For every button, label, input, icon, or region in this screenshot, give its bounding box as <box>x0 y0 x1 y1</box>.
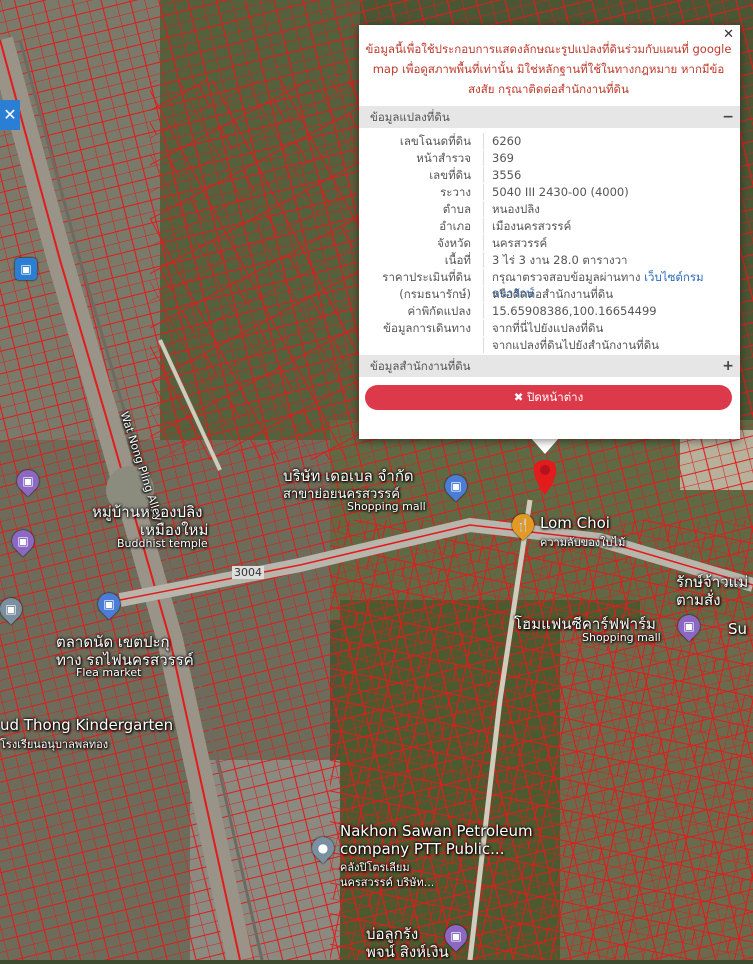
map-label: ud Thong Kindergarten <box>0 716 174 734</box>
map-label: ความลับของใบไม้ <box>540 536 626 549</box>
travel-row: ข้อมูลการเดินทาง จากที่นี่ไปยังแปลงที่ดิ… <box>359 320 740 336</box>
parcel-info-popup: ✕ ข้อมูลนี้เพื่อใช้ประกอบการแสดงลักษณะรู… <box>359 25 740 439</box>
collapse-icon[interactable]: − <box>722 106 734 128</box>
coordinate-link[interactable]: 15.65908386,100.16654499 <box>492 303 657 319</box>
divider <box>483 201 484 217</box>
row-label: อำเภอ <box>439 219 471 233</box>
divider <box>483 303 484 319</box>
row-value: 3 ไร่ 3 งาน 28.0 ตารางวา <box>492 253 628 267</box>
divider <box>483 133 484 149</box>
shopping-pin-icon[interactable]: ▣ <box>440 470 472 502</box>
popup-pointer <box>531 438 559 454</box>
shopping-pin-icon[interactable]: ▣ <box>673 610 705 642</box>
divider <box>483 184 484 200</box>
map-label: company PTT Public... <box>340 840 505 858</box>
section-title: ข้อมูลสำนักงานที่ดิน <box>370 359 471 373</box>
divider <box>483 218 484 234</box>
parcel-info-section-header[interactable]: ข้อมูลแปลงที่ดิน − <box>359 106 740 128</box>
map-label: Su <box>728 620 748 638</box>
divider <box>483 337 484 353</box>
divider <box>483 269 484 285</box>
row-value: นครสวรรค์ <box>492 236 548 250</box>
map-label: Shopping mall <box>582 631 661 644</box>
price-row: ราคาประเมินที่ดิน กรุณาตรวจสอบข้อมูลผ่าน… <box>359 269 740 300</box>
place-pin-icon[interactable]: ▣ <box>7 525 39 557</box>
divider <box>483 167 484 183</box>
row-label: จังหวัด <box>437 236 471 250</box>
map-label: Shopping mall <box>347 500 426 513</box>
row-value: 3556 <box>492 168 522 182</box>
map-label: Buddhist temple <box>117 537 208 550</box>
section-title: ข้อมูลแปลงที่ดิน <box>370 110 450 124</box>
place-pin-icon[interactable]: ▣ <box>12 465 44 497</box>
directions-to-parcel-link[interactable]: จากที่นี่ไปยังแปลงที่ดิน <box>492 320 603 336</box>
info-row: ตำบล หนองปลิง <box>359 201 740 217</box>
close-window-button[interactable]: ✖ ปิดหน้าต่าง <box>365 385 732 410</box>
land-office-section-header[interactable]: ข้อมูลสำนักงานที่ดิน + <box>359 355 740 377</box>
map-label: พจน์ สิงห์เงิน <box>366 943 449 961</box>
row-value: 5040 III 2430-00 (4000) <box>492 185 629 199</box>
divider <box>483 286 484 302</box>
map-label: Nakhon Sawan Petroleum <box>340 822 533 840</box>
disclaimer-text: ข้อมูลนี้เพื่อใช้ประกอบการแสดงลักษณะรูปแ… <box>365 42 732 96</box>
divider <box>483 320 484 336</box>
divider <box>483 235 484 251</box>
restaurant-pin-icon[interactable]: 🍴 <box>507 509 539 541</box>
industry-pin-icon[interactable]: ● <box>307 832 339 864</box>
map-label: นครสวรรค์ บริษัท... <box>340 876 435 889</box>
info-row: อำเภอ เมืองนครสวรรค์ <box>359 218 740 234</box>
info-row: ระวาง 5040 III 2430-00 (4000) <box>359 184 740 200</box>
info-row: เนื้อที่ 3 ไร่ 3 งาน 28.0 ตารางวา <box>359 252 740 268</box>
directions-to-office-link[interactable]: จากแปลงที่ดินไปยังสำนักงานที่ดิน <box>492 337 659 353</box>
row-label: เลขที่ดิน <box>429 168 471 182</box>
row-label: หน้าสำรวจ <box>416 151 471 165</box>
map-label: โรงเรียนอนุบาลพลทอง <box>0 738 109 751</box>
market-pin-icon[interactable]: ▣ <box>93 588 125 620</box>
row-label: ระวาง <box>440 185 471 199</box>
row-label: ราคาประเมินที่ดิน <box>382 270 471 284</box>
info-row: เลขที่ดิน 3556 <box>359 167 740 183</box>
row-label: ค่าพิกัดแปลง <box>407 304 471 318</box>
travel-row-2: จากแปลงที่ดินไปยังสำนักงานที่ดิน <box>359 337 740 353</box>
divider <box>483 150 484 166</box>
road-label: 3004 <box>232 566 264 579</box>
divider <box>483 252 484 268</box>
info-row: หน้าสำรวจ 369 <box>359 150 740 166</box>
info-row: เลขโฉนดที่ดิน 6260 <box>359 133 740 149</box>
row-value: เมืองนครสวรรค์ <box>492 219 572 233</box>
coord-row: ค่าพิกัดแปลง 15.65908386,100.16654499 <box>359 303 740 319</box>
row-label: เลขโฉนดที่ดิน <box>399 134 471 148</box>
price-row-2: (กรมธนารักษ์) หรือติดต่อสำนักงานที่ดิน <box>359 286 740 302</box>
price-text: กรุณาตรวจสอบข้อมูลผ่านทาง <box>492 270 641 284</box>
row-value: 369 <box>492 151 514 165</box>
map-label: Lom Choi <box>540 514 610 532</box>
row-label: ตำบล <box>442 202 471 216</box>
row-label: (กรมธนารักษ์) <box>399 287 471 301</box>
row-value: 6260 <box>492 134 522 148</box>
row-value: หรือติดต่อสำนักงานที่ดิน <box>492 287 614 301</box>
map-label: Flea market <box>76 666 142 679</box>
row-label: เนื้อที่ <box>444 253 471 267</box>
transit-pin-icon[interactable]: ▣ <box>15 258 37 280</box>
map-tool-button[interactable]: ✕ <box>0 100 20 130</box>
expand-icon[interactable]: + <box>722 355 734 377</box>
row-value: หนองปลิง <box>492 202 540 216</box>
map-label: ตามสั่ง <box>676 591 721 609</box>
info-row: จังหวัด นครสวรรค์ <box>359 235 740 251</box>
row-label: ข้อมูลการเดินทาง <box>383 321 471 335</box>
